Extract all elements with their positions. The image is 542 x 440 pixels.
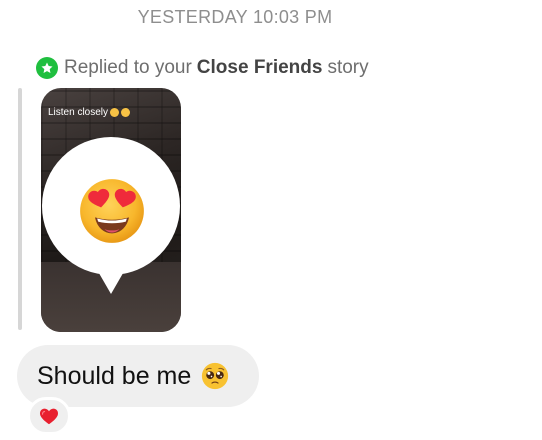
heart-eyes-emoji xyxy=(80,179,144,243)
reply-notice-prefix: Replied to your xyxy=(64,57,192,78)
star-icon xyxy=(41,62,53,74)
smiling-face-emoji xyxy=(110,108,120,117)
red-heart-icon xyxy=(39,408,59,425)
pleading-face-emoji xyxy=(202,362,229,390)
message-timestamp: YESTERDAY 10:03 PM xyxy=(137,7,333,27)
story-caption: Listen closely xyxy=(48,107,131,118)
message-reaction[interactable] xyxy=(27,397,71,435)
story-preview[interactable]: Listen closely xyxy=(41,88,181,332)
reply-quote-bar xyxy=(18,88,22,330)
story-reply-notice: Replied to your Close Friends story xyxy=(36,55,369,81)
smiling-face-emoji xyxy=(121,108,131,117)
reply-notice-suffix: story xyxy=(327,57,369,78)
message-text: Should be me xyxy=(37,361,192,390)
story-caption-text: Listen closely xyxy=(48,107,109,118)
close-friends-badge xyxy=(36,57,58,79)
reply-notice-audience: Close Friends xyxy=(196,57,323,78)
story-reaction-bubble-tail xyxy=(96,268,126,294)
